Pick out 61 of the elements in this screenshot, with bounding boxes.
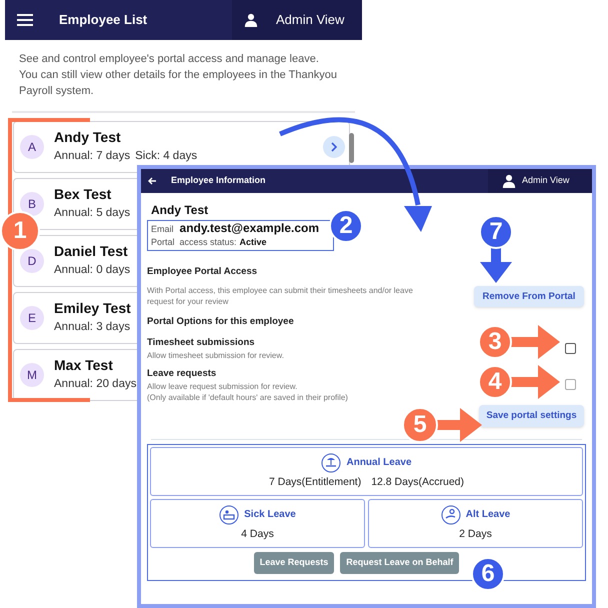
leave-title: Annual Leave bbox=[346, 456, 412, 470]
checkbox[interactable] bbox=[565, 379, 576, 390]
leave-action-button[interactable]: Leave Requests bbox=[254, 552, 334, 574]
menu-icon[interactable] bbox=[17, 14, 33, 26]
right-arrow bbox=[510, 365, 560, 399]
chevron-right-icon bbox=[330, 142, 338, 152]
option-description: Allow leave request submission for review. bbox=[147, 381, 298, 392]
employee-name: Andy Test bbox=[151, 203, 210, 217]
detail-title: Employee Information bbox=[171, 174, 266, 188]
annual-leave-text: Annual: 3 days bbox=[54, 320, 130, 334]
chevron-button[interactable] bbox=[323, 136, 345, 158]
annual-leave-text: Annual: 7 days bbox=[54, 148, 130, 162]
annual-leave-text: Annual: 20 days bbox=[54, 376, 136, 390]
intro-text: You can still view other details for the employees in the Thankyou Payroll system. bbox=[19, 68, 338, 99]
section-heading: Employee Portal Access bbox=[147, 265, 258, 279]
option-description: (Only available if 'default hours' are saved in their profile) bbox=[147, 392, 348, 403]
section-description: With Portal access, this employee can submit their timesheets and/or leave request for your review bbox=[147, 285, 414, 308]
email-value: andy.test@example.com bbox=[180, 222, 320, 235]
app-title: Employee List bbox=[59, 11, 148, 30]
back-arrow-icon[interactable] bbox=[147, 176, 157, 186]
checkbox[interactable] bbox=[565, 342, 576, 354]
leave-title: Alt Leave bbox=[466, 508, 510, 522]
step-number-badge: 1 bbox=[0, 211, 40, 251]
leave-value: 12.8 Days(Accrued) bbox=[371, 474, 464, 490]
leave-value: 2 Days bbox=[459, 526, 492, 542]
admin-view-button[interactable]: Admin View bbox=[232, 0, 362, 40]
save-portal-settings-button[interactable]: Save portal settings bbox=[479, 405, 584, 427]
right-arrow bbox=[436, 408, 482, 442]
user-icon bbox=[244, 13, 258, 27]
employee-name: Bex Test bbox=[54, 184, 112, 202]
beach-umbrella-icon bbox=[321, 452, 342, 473]
leave-action-button[interactable]: Request Leave on Behalf bbox=[340, 552, 460, 574]
email-label: Email bbox=[151, 223, 174, 236]
intro-text: See and control employee's portal access and manage leave. bbox=[19, 52, 320, 67]
avatar: M bbox=[20, 363, 44, 387]
user-icon bbox=[502, 174, 516, 188]
sick-leave-text: Sick: 4 days bbox=[135, 148, 198, 162]
bed-icon bbox=[219, 504, 240, 525]
option-title: Timesheet submissions bbox=[147, 336, 256, 350]
employee-name: Daniel Test bbox=[54, 242, 129, 260]
employee-name: Max Test bbox=[54, 356, 114, 374]
annual-leave-text: Annual: 5 days bbox=[54, 206, 130, 220]
option-description: Allow timesheet submission for review. bbox=[147, 350, 284, 361]
annual-leave-text: Annual: 0 days bbox=[54, 262, 130, 276]
avatar: E bbox=[20, 306, 44, 330]
down-arrow bbox=[480, 248, 512, 283]
avatar: A bbox=[20, 135, 44, 159]
employee-name: Emiley Test bbox=[54, 298, 131, 316]
leave-title: Sick Leave bbox=[244, 508, 296, 522]
remove-from-portal-button[interactable]: Remove From Portal bbox=[474, 286, 584, 308]
option-title: Leave requests bbox=[147, 366, 218, 381]
avatar: D bbox=[20, 249, 44, 273]
scrollbar bbox=[349, 133, 354, 163]
status-value: Active bbox=[240, 236, 267, 249]
employee-name: Andy Test bbox=[54, 128, 122, 146]
leave-value: 7 Days(Entitlement) bbox=[269, 474, 362, 490]
section-heading: Portal Options for this employee bbox=[147, 315, 295, 330]
right-arrow bbox=[510, 325, 560, 359]
leave-value: 4 Days bbox=[241, 526, 274, 542]
admin-view-button[interactable]: Admin View bbox=[488, 169, 592, 193]
status-label: Portal access status: bbox=[151, 236, 237, 249]
